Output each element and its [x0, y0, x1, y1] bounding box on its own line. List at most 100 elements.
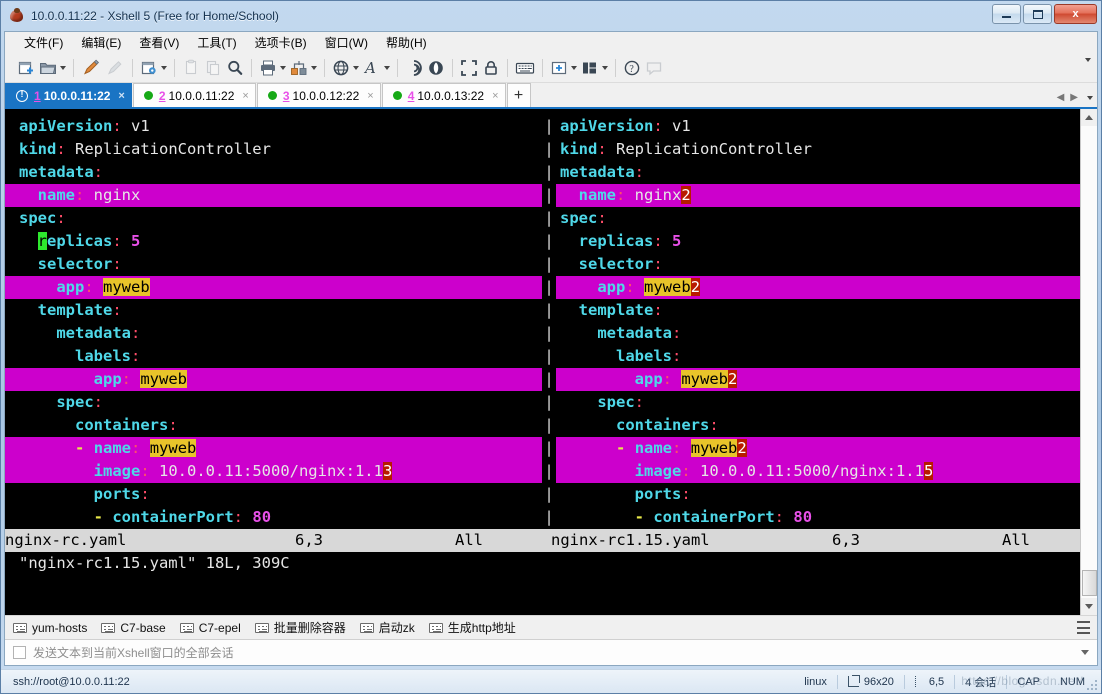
toolbar-overflow-button[interactable]	[1082, 58, 1091, 80]
connect-plug-icon[interactable]	[79, 56, 103, 80]
vim-pane-right-line: kind: ReplicationController	[556, 138, 1080, 161]
chevron-down-icon[interactable]	[311, 65, 317, 70]
menu-tools[interactable]: 工具(T)	[188, 32, 245, 53]
trace-route-icon[interactable]	[403, 56, 425, 80]
keyboard-icon[interactable]	[513, 56, 537, 80]
code-token: :	[112, 117, 122, 135]
minimize-button[interactable]	[992, 4, 1021, 24]
chevron-down-icon[interactable]	[571, 65, 577, 70]
quick-command-yum-hosts[interactable]: yum-hosts	[13, 621, 87, 635]
file-transfer-icon[interactable]	[288, 56, 319, 80]
menu-tabs[interactable]: 选项卡(B)	[246, 32, 316, 53]
code-token: name	[93, 439, 132, 457]
fullscreen-icon[interactable]	[458, 56, 480, 80]
tab-session-3[interactable]: 3 10.0.0.12:22 ×	[256, 83, 381, 107]
chevron-down-icon[interactable]	[384, 65, 390, 70]
add-window-icon[interactable]	[548, 56, 579, 80]
send-to-all-checkbox[interactable]	[13, 646, 26, 659]
chevron-down-icon[interactable]	[1081, 650, 1089, 655]
quick-command-c7-epel[interactable]: C7-epel	[179, 621, 241, 635]
tab-list-chevron-icon[interactable]	[1087, 95, 1093, 100]
close-button[interactable]: x	[1054, 4, 1097, 24]
scroll-down-arrow-icon[interactable]	[1080, 598, 1097, 615]
print-icon[interactable]	[257, 56, 288, 80]
tab-session-1[interactable]: 1 10.0.0.11:22 ×	[5, 83, 132, 107]
menu-help[interactable]: 帮助(H)	[377, 32, 436, 53]
code-token: metadata	[597, 324, 672, 342]
chevron-down-icon[interactable]	[1085, 58, 1091, 79]
help-icon[interactable]: ?	[621, 56, 643, 80]
tab-session-2[interactable]: 2 10.0.0.11:22 ×	[132, 83, 256, 107]
code-token: myweb	[644, 278, 691, 296]
terminal-scrollbar[interactable]	[1080, 109, 1097, 615]
code-token: v1	[662, 117, 691, 135]
chevron-down-icon[interactable]	[280, 65, 286, 70]
scrollbar-track[interactable]	[1080, 126, 1097, 598]
chevron-down-icon[interactable]	[353, 65, 359, 70]
new-session-icon[interactable]	[15, 56, 37, 80]
chevron-down-icon[interactable]	[161, 65, 167, 70]
session-properties-icon[interactable]	[138, 56, 169, 80]
quick-command-start-zk[interactable]: 启动zk	[359, 619, 415, 636]
code-token: :	[681, 462, 691, 480]
svg-text:?: ?	[629, 64, 634, 75]
status-terminal-type: linux	[804, 675, 827, 688]
code-token: kind	[19, 140, 57, 158]
tab-scroll-left-icon[interactable]: ◀	[1057, 92, 1065, 103]
menu-edit[interactable]: 编辑(E)	[72, 32, 130, 53]
status-sessions: 4 会话	[965, 676, 997, 689]
code-token: selector	[578, 255, 654, 273]
tab-session-4[interactable]: 4 10.0.0.13:22 ×	[381, 83, 506, 107]
find-icon[interactable]	[224, 56, 246, 80]
menu-window[interactable]: 窗口(W)	[316, 32, 377, 53]
tab-close-icon[interactable]: ×	[367, 90, 373, 102]
tab-close-icon[interactable]: ×	[118, 90, 124, 102]
tab-label: 10.0.0.11:22	[168, 88, 235, 103]
quick-command-generate-http-url[interactable]: 生成http地址	[428, 619, 516, 636]
font-icon[interactable]: A	[361, 56, 392, 80]
tunnel-icon[interactable]	[425, 56, 447, 80]
code-token: kind	[560, 140, 598, 158]
vim-pane-right-line: metadata:	[556, 322, 1080, 345]
terminal-area: apiVersion: v1 | apiVersion: v1 kind: Repli…	[5, 109, 1097, 615]
quick-command-menu-icon[interactable]	[1077, 621, 1090, 634]
send-to-all-input[interactable]: 发送文本到当前Xshell窗口的全部会话	[33, 644, 234, 661]
code-token: :	[93, 163, 103, 181]
chevron-down-icon[interactable]	[602, 65, 608, 70]
open-folder-icon[interactable]	[37, 56, 68, 80]
scroll-up-arrow-icon[interactable]	[1080, 109, 1097, 126]
tab-close-icon[interactable]: ×	[242, 90, 248, 102]
code-token: ReplicationController	[606, 140, 812, 158]
vimdiff-terminal[interactable]: apiVersion: v1 | apiVersion: v1 kind: Repli…	[5, 109, 1080, 615]
quick-command-batch-delete-containers[interactable]: 批量删除容器	[254, 619, 346, 636]
vim-pane-left-line: - name: myweb	[5, 437, 542, 460]
vimdiff-separator: |	[544, 278, 554, 296]
new-tab-button[interactable]: +	[506, 83, 531, 107]
vimdiff-separator: |	[544, 117, 554, 135]
lock-icon[interactable]	[480, 56, 502, 80]
scrollbar-thumb[interactable]	[1081, 570, 1097, 596]
code-token: nginx	[84, 186, 141, 204]
code-token: metadata	[19, 163, 94, 181]
code-token: r	[37, 232, 48, 250]
resize-grip-icon[interactable]	[1085, 678, 1099, 692]
tab-scroll-right-icon[interactable]: ▶	[1070, 92, 1078, 103]
maximize-button[interactable]	[1023, 4, 1052, 24]
quick-command-c7-base[interactable]: C7-base	[101, 621, 166, 635]
menu-view[interactable]: 查看(V)	[130, 32, 188, 53]
layout-icon[interactable]	[579, 56, 610, 80]
menu-file[interactable]: 文件(F)	[15, 32, 72, 53]
code-token: labels	[616, 347, 672, 365]
terminal-line: containers: | containers:	[5, 414, 1080, 437]
chevron-down-icon[interactable]	[60, 65, 66, 70]
code-token: :	[774, 508, 785, 526]
globe-encoding-icon[interactable]	[330, 56, 361, 80]
code-token: app	[56, 278, 85, 296]
tab-close-icon[interactable]: ×	[492, 90, 498, 102]
